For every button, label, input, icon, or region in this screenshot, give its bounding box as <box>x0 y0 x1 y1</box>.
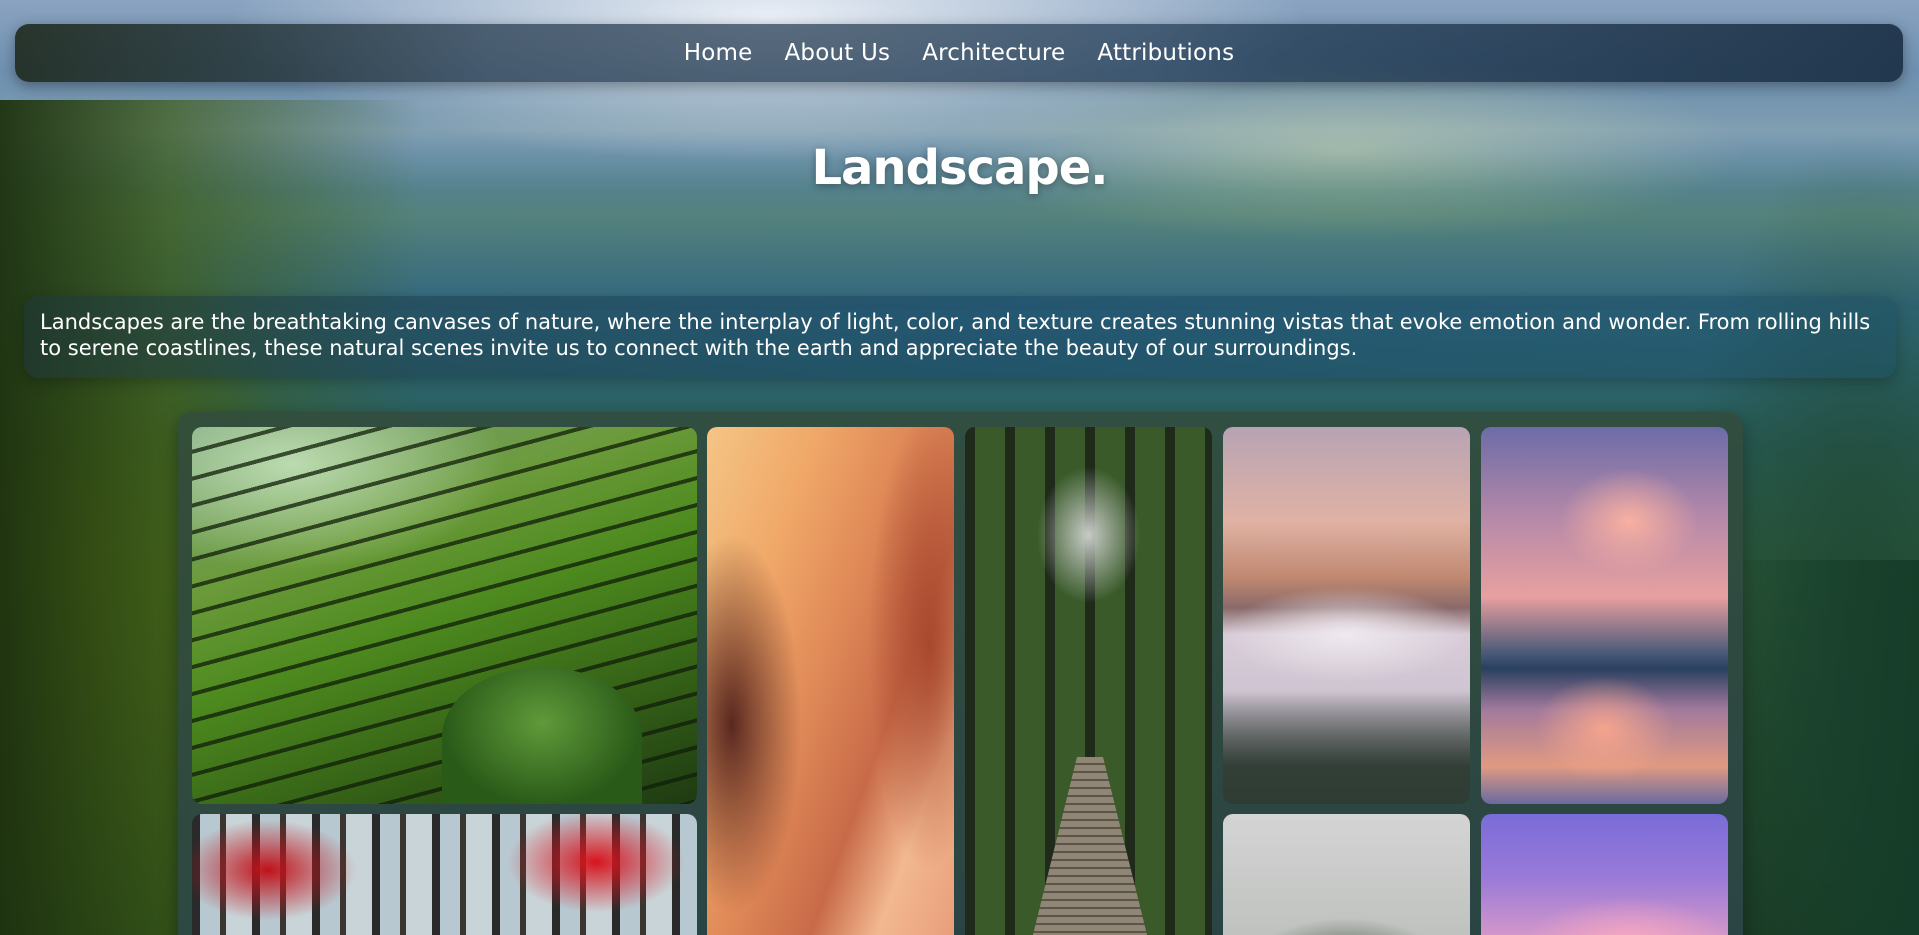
nav-link-home[interactable]: Home <box>684 40 753 66</box>
bridge-deck <box>1025 757 1155 935</box>
top-navbar: Home About Us Architecture Attributions <box>15 24 1903 82</box>
photo-gallery <box>178 412 1743 935</box>
photo-red-forest[interactable] <box>192 814 697 935</box>
photo-purple-sky[interactable] <box>1481 814 1728 935</box>
photo-sandstone-canyon[interactable] <box>707 427 954 935</box>
photo-forest-bridge[interactable] <box>965 427 1212 935</box>
nav-link-architecture[interactable]: Architecture <box>922 40 1065 66</box>
background-trees-right <box>1719 560 1919 935</box>
landscape-page: Home About Us Architecture Attributions … <box>0 0 1919 935</box>
page-title: Landscape. <box>811 140 1108 196</box>
terrace-bush <box>442 667 642 804</box>
photo-cloud-reflection[interactable] <box>1481 427 1728 804</box>
nav-link-about-us[interactable]: About Us <box>784 40 890 66</box>
nav-link-attributions[interactable]: Attributions <box>1097 40 1234 66</box>
photo-misty-sunrise[interactable] <box>1223 427 1470 804</box>
intro-paragraph: Landscapes are the breathtaking canvases… <box>24 296 1896 378</box>
photo-misty-pines[interactable] <box>1223 814 1470 935</box>
photo-rice-terraces[interactable] <box>192 427 697 804</box>
